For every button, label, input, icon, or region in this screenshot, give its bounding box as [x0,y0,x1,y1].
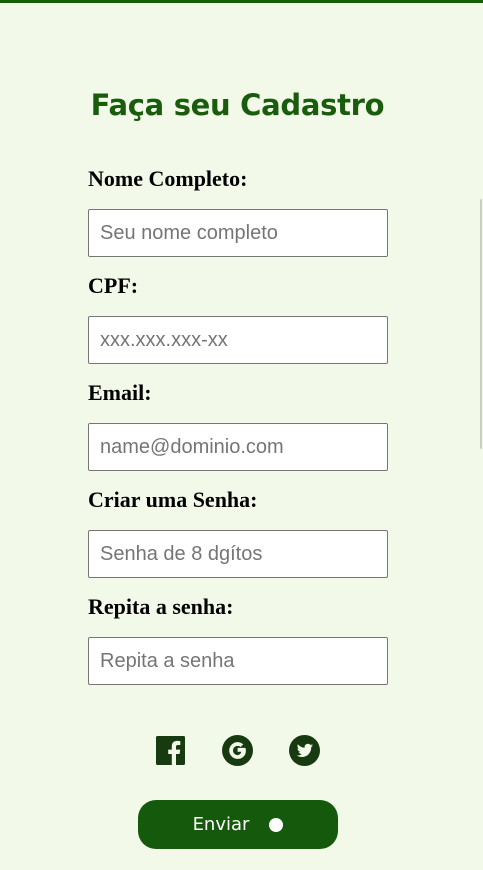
scrollbar[interactable] [479,3,483,870]
password-input[interactable] [88,530,388,578]
facebook-icon[interactable] [155,735,186,766]
cpf-input[interactable] [88,316,388,364]
top-accent-bar [0,0,483,3]
dot-icon [269,817,284,832]
cpf-label: CPF: [88,273,139,298]
scrollbar-thumb[interactable] [480,199,482,449]
email-label: Email: [88,380,152,405]
full-name-label: Nome Completo: [88,166,248,191]
repeat-password-label: Repita a senha: [88,594,234,619]
repeat-password-input[interactable] [88,637,388,685]
google-icon[interactable] [222,735,253,766]
submit-button-label: Enviar [192,814,250,835]
email-input[interactable] [88,423,388,471]
page-title: Faça seu Cadastro [90,88,385,122]
submit-button[interactable]: Enviar [138,800,338,849]
password-label: Criar uma Senha: [88,487,258,512]
twitter-icon[interactable] [289,735,320,766]
full-name-input[interactable] [88,209,388,257]
